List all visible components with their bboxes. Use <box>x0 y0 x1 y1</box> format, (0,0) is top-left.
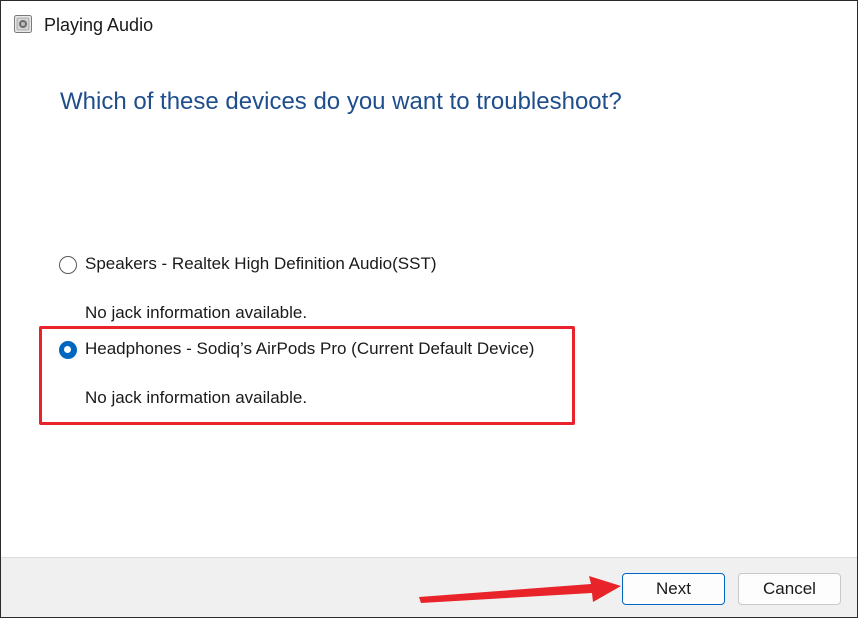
page-heading: Which of these devices do you want to tr… <box>60 88 622 115</box>
next-button[interactable]: Next <box>622 573 725 605</box>
device-label-speakers[interactable]: Speakers - Realtek High Definition Audio… <box>85 253 437 275</box>
annotation-highlight-box <box>39 326 575 425</box>
window-title: Playing Audio <box>44 15 154 35</box>
title-bar: Playing Audio <box>1 1 857 49</box>
troubleshooter-speaker-icon <box>13 14 33 34</box>
radio-button-speakers[interactable] <box>59 256 77 274</box>
troubleshooter-window: Playing Audio Which of these devices do … <box>0 0 858 618</box>
annotation-arrow-icon <box>419 576 621 603</box>
cancel-button[interactable]: Cancel <box>738 573 841 605</box>
device-info-speakers: No jack information available. <box>85 303 308 322</box>
